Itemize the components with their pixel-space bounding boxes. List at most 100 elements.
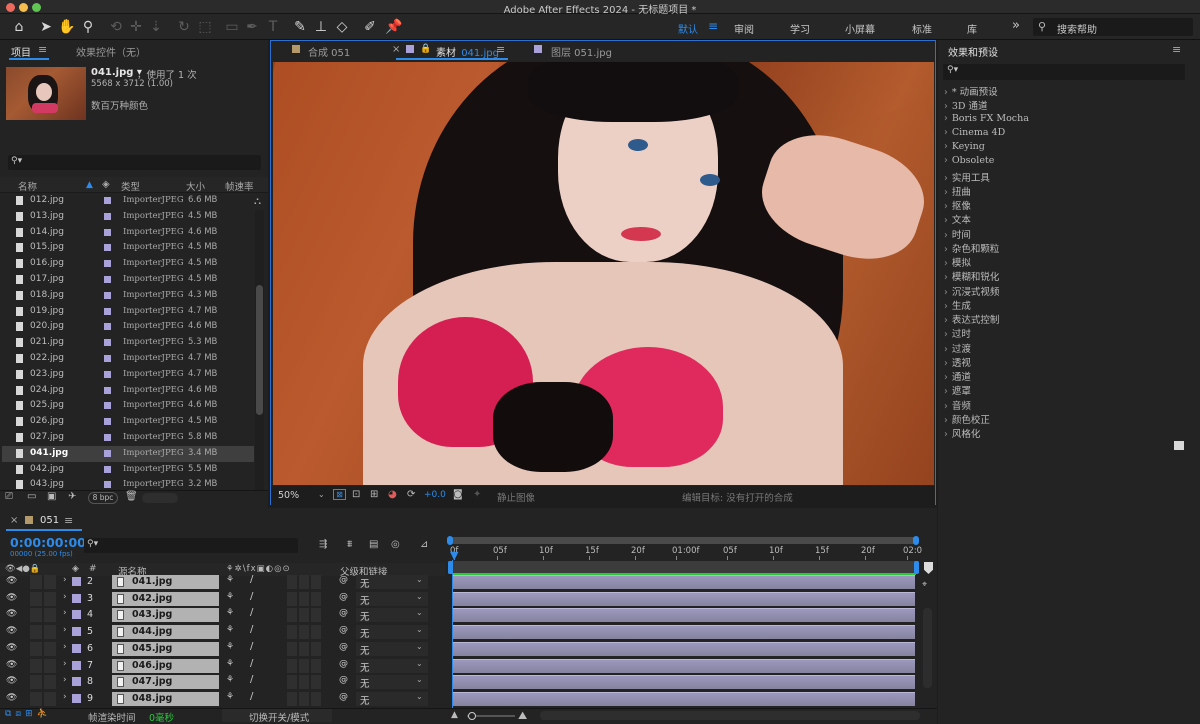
project-item-row[interactable]: 027.jpg ImporterJPEG 5.8 MB [2, 430, 254, 446]
label-tag-icon[interactable]: ◈ [72, 564, 79, 574]
chevron-right-icon[interactable]: › [63, 692, 67, 702]
thumbnail-slider[interactable] [142, 493, 178, 503]
lock-switch[interactable] [44, 691, 56, 706]
lock-switch[interactable] [44, 675, 56, 690]
label-color-swatch[interactable] [104, 418, 111, 426]
close-tab-icon[interactable]: × [392, 44, 400, 55]
pan-tool-icon[interactable]: ✛ [126, 17, 146, 37]
shy-switch-icon[interactable]: ⚘ [226, 659, 234, 669]
layer-name-cell[interactable]: 048.jpg [112, 691, 219, 706]
label-color-swatch[interactable] [104, 386, 111, 394]
timeline-zoom-thumb[interactable] [468, 712, 476, 720]
workspace-libraries[interactable]: 库 [967, 21, 977, 36]
quality-switch-icon[interactable]: / [250, 691, 253, 702]
solo-switch[interactable] [30, 675, 42, 690]
adjustment-switch[interactable] [299, 591, 309, 606]
layer-row[interactable]: 👁 › 4 043.jpg ⚘ / @ 无 ⌄ [0, 607, 937, 624]
shy-switch-icon[interactable]: ⚘ [226, 625, 234, 635]
zoom-in-icon[interactable]: ⛰ [518, 709, 527, 723]
current-timecode[interactable]: 0:00:00:00 [10, 535, 86, 550]
eraser-tool-icon[interactable]: ◇ [332, 17, 352, 37]
viewer-menu-icon[interactable]: ≡ [496, 43, 505, 56]
lock-switch[interactable] [44, 591, 56, 606]
layer-name-cell[interactable]: 043.jpg [112, 608, 219, 623]
switches-icons[interactable]: ⚘✲\fx▣◐◎⊙ [226, 564, 291, 574]
fit-to-frame-icon[interactable]: ⊠ [333, 489, 346, 500]
column-size[interactable]: 大小 [186, 179, 205, 193]
exposure-value[interactable]: +0.0 [424, 490, 446, 500]
project-item-row[interactable]: 017.jpg ImporterJPEG 4.5 MB [2, 272, 254, 288]
shy-switch-icon[interactable]: ⚘ [226, 575, 234, 585]
shape-tool-icon[interactable]: ▭ [222, 17, 242, 37]
footage-image[interactable] [273, 62, 934, 485]
av-features-icons[interactable]: 👁◀●🔒 [5, 564, 40, 574]
flowchart-icon[interactable]: ⛬ [254, 196, 261, 207]
timeline-search-input[interactable]: ⚲▾ [84, 538, 298, 553]
label-color-swatch[interactable] [104, 355, 111, 362]
label-color-swatch[interactable] [104, 370, 111, 378]
toggle-switches-modes-button[interactable]: 切换开关/模式 [222, 709, 332, 724]
effects-category-item[interactable]: › * 动画预设 [944, 84, 998, 98]
layer-name-cell[interactable]: 045.jpg [112, 641, 219, 656]
effects-category-item[interactable]: › 文本 [944, 212, 971, 226]
work-area-end-handle[interactable] [914, 561, 919, 574]
adjustment-switch[interactable] [299, 608, 309, 623]
workspace-learn[interactable]: 学习 [790, 21, 810, 36]
parent-dropdown[interactable]: 无 ⌄ [356, 675, 428, 690]
tab-layer[interactable]: 图层 051.jpg [551, 44, 612, 59]
3d-layer-switch[interactable] [311, 625, 321, 640]
clone-stamp-tool-icon[interactable]: ⊥ [311, 17, 331, 37]
snapshot-camera-icon[interactable]: ◙ [453, 489, 463, 500]
timeline-horizontal-scrollbar[interactable] [540, 711, 920, 720]
effects-category-item[interactable]: › Keying [944, 141, 985, 152]
tab-project[interactable]: 项目 [11, 44, 31, 59]
zoom-tool-icon[interactable]: ⚲ [78, 17, 98, 37]
effects-category-item[interactable]: › 模拟 [944, 255, 971, 269]
layer-row[interactable]: 👁 › 6 045.jpg ⚘ / @ 无 ⌄ [0, 641, 937, 658]
layer-duration-bar[interactable] [453, 608, 915, 623]
column-type[interactable]: 类型 [121, 179, 140, 193]
tab-effect-controls[interactable]: 效果控件（无） [76, 44, 146, 59]
lock-switch[interactable] [44, 658, 56, 673]
layer-duration-bar[interactable] [453, 641, 915, 656]
label-color-swatch[interactable] [104, 465, 111, 473]
project-item-row[interactable]: 020.jpg ImporterJPEG 4.6 MB [2, 319, 254, 335]
parent-dropdown[interactable]: 无 ⌄ [356, 658, 428, 674]
label-color-swatch[interactable] [104, 449, 111, 457]
pick-whip-icon[interactable]: @ [339, 675, 348, 685]
motion-blur-switch[interactable] [287, 608, 297, 623]
effects-category-item[interactable]: › 杂色和颗粒 [944, 241, 999, 255]
color-management-icon[interactable]: ⟳ [407, 489, 415, 500]
effects-category-item[interactable]: › Cinema 4D [944, 127, 1005, 138]
chevron-right-icon[interactable]: › [63, 675, 67, 685]
solo-switch[interactable] [30, 575, 42, 589]
solo-switch[interactable] [30, 608, 42, 623]
footage-name[interactable]: 041.jpg ▾ [91, 67, 142, 78]
new-composition-icon[interactable]: ▣ [47, 491, 56, 502]
timeline-zoom-slider[interactable] [467, 712, 515, 720]
layer-row[interactable]: 👁 › 5 044.jpg ⚘ / @ 无 ⌄ [0, 624, 937, 641]
color-channels-icon[interactable]: ◕ [388, 489, 397, 500]
parent-dropdown[interactable]: 无 ⌄ [356, 591, 428, 607]
label-color-swatch[interactable] [104, 481, 111, 489]
trash-icon[interactable]: 🗑 [125, 491, 138, 502]
3d-layer-switch[interactable] [311, 658, 321, 673]
lock-switch[interactable] [44, 575, 56, 589]
timeline-toggle-icons[interactable]: ⧉⧈⊞⛹ [5, 709, 52, 719]
brush-tool-icon[interactable]: ✎ [290, 17, 310, 37]
effects-category-item[interactable]: › 扭曲 [944, 184, 971, 198]
project-item-row[interactable]: 015.jpg ImporterJPEG 4.5 MB [2, 240, 254, 256]
motion-blur-switch[interactable] [287, 658, 297, 673]
rotate-tool-icon[interactable]: ↻ [174, 17, 194, 37]
effects-category-item[interactable]: › 生成 [944, 298, 971, 312]
workspace-small-screen[interactable]: 小屏幕 [845, 21, 875, 36]
project-item-row[interactable]: 025.jpg ImporterJPEG 4.6 MB [2, 398, 254, 414]
shy-switch-icon[interactable]: ⚘ [226, 692, 234, 702]
effects-category-item[interactable]: › Boris FX Mocha [944, 113, 1029, 124]
layer-name-cell[interactable]: 042.jpg [112, 591, 219, 606]
adjustment-switch[interactable] [299, 691, 309, 706]
motion-blur-switch[interactable] [287, 675, 297, 690]
solo-switch[interactable] [30, 691, 42, 706]
adjustment-switch[interactable] [299, 675, 309, 690]
motion-blur-switch[interactable] [287, 691, 297, 706]
